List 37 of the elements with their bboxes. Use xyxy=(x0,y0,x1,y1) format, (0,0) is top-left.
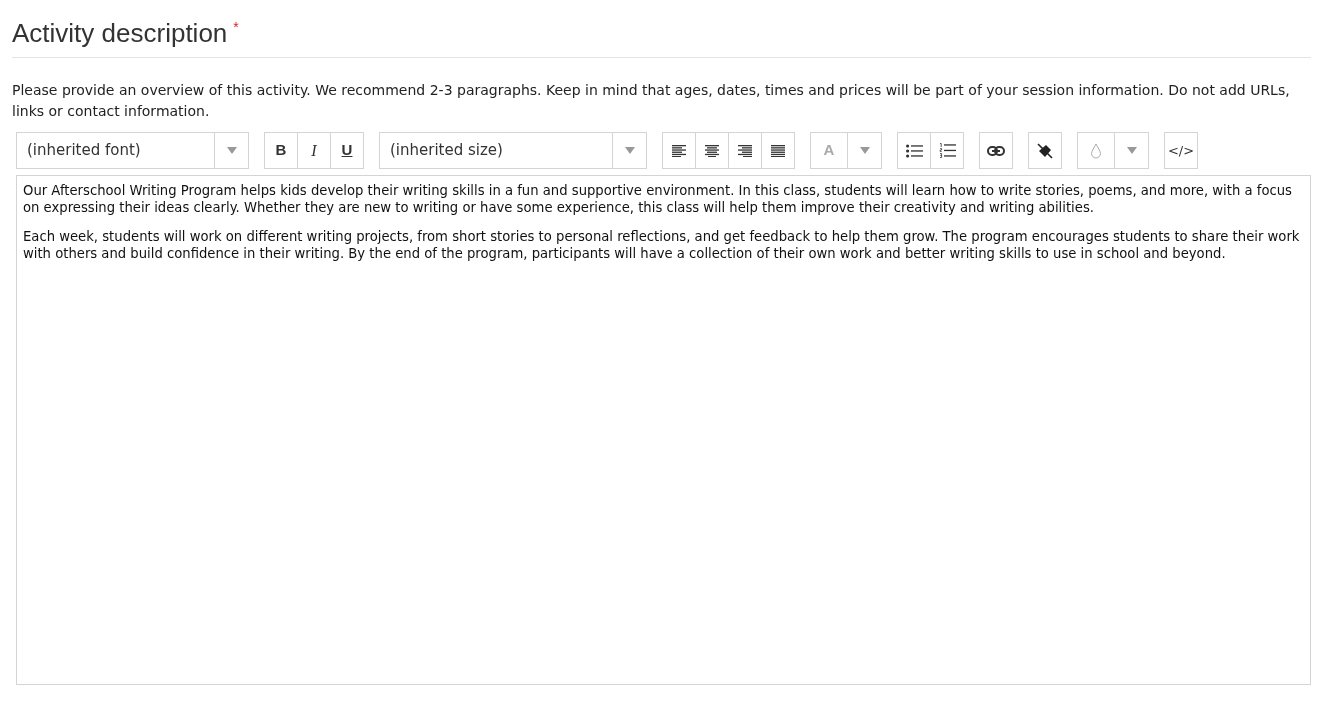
align-center-icon xyxy=(705,144,719,157)
caret-icon xyxy=(624,147,635,154)
caret-icon xyxy=(859,147,870,154)
editor-paragraph: Our Afterschool Writing Program helps kids develop their writing skills in a fun and supportive environment. In this class, students will learn how to write stories, poems, and more, with a focus on expressing their ideas clearly. Whether they are new to writing or have some experience, this class will help them improve their creativity and writing abilities. xyxy=(23,182,1293,216)
editor-paragraph: Each week, students will work on different writing projects, from short stories to personal reflections, and get feedback to help them grow. The program encourages students to share their work with others and build confidence in their writing. By the end of the program, participants will have a collection of their own work and better writing skills to use in school and beyond. xyxy=(23,228,1301,262)
size-select[interactable]: (inherited size) xyxy=(379,132,613,169)
required-mark: * xyxy=(233,18,239,34)
section-title: Activity description xyxy=(12,17,228,50)
font-color-dropdown-button[interactable] xyxy=(847,132,882,169)
link-button[interactable] xyxy=(979,132,1013,169)
align-left-icon xyxy=(672,144,686,157)
justify-button[interactable] xyxy=(761,132,795,169)
caret-icon xyxy=(226,147,237,154)
bullet-list-button[interactable] xyxy=(897,132,931,169)
help-text: Please provide an overview of this activity. We recommend 2-3 paragraphs. Keep in mind that ages, dates, times and prices will be part of your session information. Do not add URLs, links or contact information. xyxy=(12,81,1291,121)
justify-icon xyxy=(771,144,785,157)
caret-icon xyxy=(1126,147,1137,154)
clear-format-button[interactable] xyxy=(1028,132,1062,169)
align-center-button[interactable] xyxy=(695,132,729,169)
droplet-icon xyxy=(1090,142,1102,159)
numbered-list-button[interactable] xyxy=(930,132,964,169)
font-dropdown-button[interactable] xyxy=(214,132,249,169)
bullet-list-icon xyxy=(905,143,923,158)
font-select[interactable]: (inherited font) xyxy=(16,132,215,169)
align-left-button[interactable] xyxy=(662,132,696,169)
numbered-list-icon xyxy=(938,143,956,158)
align-right-button[interactable] xyxy=(728,132,762,169)
size-dropdown-button[interactable] xyxy=(612,132,647,169)
underline-button[interactable]: U xyxy=(330,132,364,169)
italic-button[interactable]: I xyxy=(297,132,331,169)
highlight-dropdown-button[interactable] xyxy=(1114,132,1149,169)
eraser-icon xyxy=(1037,142,1053,159)
code-view-button[interactable]: </> xyxy=(1164,132,1198,169)
align-right-icon xyxy=(738,144,752,157)
link-icon xyxy=(987,145,1005,156)
bold-button[interactable]: B xyxy=(264,132,298,169)
rich-text-editor[interactable] xyxy=(16,175,1311,685)
